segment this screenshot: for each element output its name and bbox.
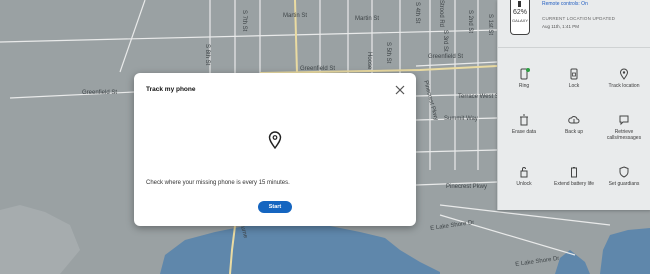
map-label-s-3rd-st: S 3rd St: [442, 30, 448, 52]
current-location-label: CURRENT LOCATION UPDATED: [542, 16, 616, 21]
set-guardians-button[interactable]: Set guardians: [599, 166, 649, 187]
remote-controls-status[interactable]: Remote controls: On: [542, 1, 588, 7]
start-button[interactable]: Start: [258, 201, 292, 213]
close-icon[interactable]: [393, 83, 407, 97]
track-location-button[interactable]: Track location: [599, 68, 649, 89]
location-pin-icon: [619, 68, 629, 80]
map-label-s-5th-st: S 5th St: [385, 42, 391, 64]
cloud-upload-icon: [568, 116, 580, 124]
location-updated-time: Aug 11th, 1:41 PM: [542, 24, 579, 29]
back-up-button[interactable]: Back up: [549, 114, 599, 135]
map-label-s-8th-st: S 8th St: [204, 44, 210, 66]
lock-label: Lock: [568, 83, 580, 89]
extend-battery-label: Extend battery life: [553, 181, 595, 187]
battery-icon: [571, 167, 577, 178]
map-label-pinecrest-pkwy-2: Pinecrest Pkwy: [446, 184, 488, 190]
extend-battery-button[interactable]: Extend battery life: [549, 166, 599, 187]
map-label-greenfield-st-3: Greenfield St: [82, 90, 118, 96]
map-label-strood-rd: Strood Rd: [438, 0, 444, 28]
retrieve-calls-label: Retrieve calls/messages: [606, 129, 642, 141]
track-my-phone-dialog: Track my phone Check where your missing …: [134, 73, 416, 226]
retrieve-calls-button[interactable]: Retrieve calls/messages: [599, 114, 649, 141]
ring-label: Ring: [518, 83, 530, 89]
ring-icon: [520, 68, 530, 80]
map-label-s-4th-st: S 4th St: [414, 2, 420, 24]
shield-icon: [619, 166, 629, 178]
map-label-martin-st-2: Martin St: [355, 16, 380, 22]
panel-divider: [498, 47, 650, 48]
lock-icon: [570, 68, 578, 80]
dialog-description: Check where your missing phone is every …: [146, 180, 290, 186]
phone-model: GALAXY: [511, 18, 528, 23]
map-label-terrace-west-st: Terrace West St: [458, 94, 501, 100]
location-pin-icon: [268, 131, 282, 149]
back-up-label: Back up: [564, 129, 584, 135]
map-label-greenfield-st: Greenfield St: [300, 66, 336, 72]
map-label-s-2nd-st: S 2nd St: [467, 10, 473, 34]
battery-percent: 62%: [512, 9, 527, 16]
erase-data-button[interactable]: Erase data: [499, 114, 549, 135]
unlock-button[interactable]: Unlock: [499, 166, 549, 187]
message-icon: [619, 115, 629, 126]
map-label-martin-st: Martin St: [283, 13, 308, 19]
trash-icon: [520, 114, 528, 126]
map-label-greenfield-st-2: Greenfield St: [428, 54, 464, 60]
unlock-label: Unlock: [516, 181, 532, 187]
map-label-summit-way: Summit Way: [444, 116, 478, 122]
map-label-s-7th-st: S 7th St: [241, 10, 247, 32]
lock-button[interactable]: Lock: [549, 68, 599, 89]
erase-data-label: Erase data: [511, 129, 537, 135]
device-panel: 62% GALAXY Remote controls: On CURRENT L…: [497, 0, 650, 210]
dialog-title: Track my phone: [146, 86, 196, 93]
ring-button[interactable]: Ring: [499, 68, 549, 89]
track-location-label: Track location: [608, 83, 640, 89]
phone-battery-graphic: 62% GALAXY: [510, 0, 530, 35]
unlock-icon: [520, 167, 528, 178]
map-label-hoose: Hoose: [366, 52, 372, 70]
map-label-s-1st-st: S 1st St: [487, 14, 493, 36]
battery-icon: [518, 1, 521, 7]
set-guardians-label: Set guardians: [608, 181, 640, 187]
